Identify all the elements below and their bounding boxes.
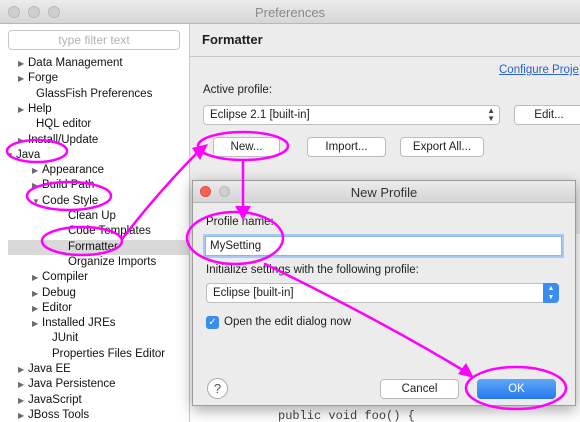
tree-item-label: Build Path [42, 179, 95, 192]
tree-item-label: JavaScript [28, 393, 82, 406]
tree-item-label: Installed JREs [42, 317, 116, 330]
profile-name-label: Profile name: [206, 216, 274, 228]
tree-item-label: Appearance [42, 164, 105, 177]
tree-item-label: Editor [42, 301, 73, 314]
tree-item[interactable]: ▶ Help [18, 102, 52, 117]
tree-item-label: Code Templates [68, 225, 151, 238]
cancel-button[interactable]: Cancel [380, 379, 459, 399]
expanded-arrow-icon[interactable]: ▼ [6, 148, 16, 163]
tree-item[interactable]: ▶ JBoss Tools [18, 408, 89, 422]
tree-item[interactable]: Properties Files Editor [42, 347, 165, 362]
tree-item-label: Java EE [28, 363, 71, 375]
tree-item[interactable]: ▶ Appearance [32, 163, 104, 178]
select-arrows-icon: ▲ ▼ [487, 106, 495, 123]
export-all-button[interactable]: Export All... [400, 137, 484, 157]
tree-item-label: Clean Up [68, 210, 116, 222]
init-profile-label: Initialize settings with the following p… [206, 264, 419, 276]
page-title: Formatter [202, 32, 263, 47]
expanded-arrow-icon[interactable]: ▼ [32, 194, 42, 209]
collapsed-arrow-icon[interactable]: ▶ [32, 178, 42, 193]
select-stepper-icon: ▲ ▼ [543, 283, 559, 303]
init-profile-select[interactable]: Eclipse [built-in] ▲ ▼ [206, 283, 559, 303]
active-profile-select[interactable]: Eclipse 2.1 [built-in] ▲ ▼ [203, 105, 500, 125]
tree-item-label: Install/Update [28, 133, 99, 146]
tree-item[interactable]: ▼ Code Style [32, 194, 98, 209]
open-edit-checkbox[interactable]: ✓ [206, 316, 219, 329]
tree-item-label: Java [16, 148, 41, 161]
active-profile-label: Active profile: [203, 84, 273, 96]
tree-item[interactable]: ▶ Compiler [32, 270, 88, 285]
tree-item[interactable]: Formatter [8, 239, 189, 255]
new-profile-dialog: New Profile Profile name: MySetting Init… [192, 180, 576, 406]
collapsed-arrow-icon[interactable]: ▶ [18, 133, 28, 148]
collapsed-arrow-icon[interactable]: ▶ [32, 316, 42, 331]
edit-button[interactable]: Edit... [514, 105, 580, 125]
help-icon[interactable]: ? [207, 378, 228, 399]
collapsed-arrow-icon[interactable]: ▶ [18, 393, 28, 408]
tree-item-label: Help [28, 102, 52, 115]
tree-item-label: Forge [28, 72, 59, 85]
tree-item-label: JUnit [52, 332, 79, 345]
tree-item[interactable]: ▶ Java Persistence [18, 377, 116, 392]
tree-item-label: Compiler [42, 271, 89, 284]
tree-item[interactable]: ▶ Editor [32, 301, 72, 316]
new-button[interactable]: New... [213, 137, 280, 157]
collapsed-arrow-icon[interactable]: ▶ [18, 377, 28, 392]
import-button[interactable]: Import... [307, 137, 386, 157]
preferences-tree-pane: type filter text ▶ Data Management ▶ Forge G… [0, 24, 190, 422]
tree-item[interactable]: ▼ Java [6, 148, 40, 163]
tree-item[interactable]: ▶ Data Management [18, 56, 123, 71]
tree-item[interactable]: GlassFish Preferences [26, 87, 152, 102]
tree-item-label: HQL editor [36, 118, 92, 131]
tree-item-label: Formatter [68, 240, 118, 253]
tree-item[interactable]: ▶ Build Path [32, 178, 94, 193]
tree-item[interactable]: ▶ Install/Update [18, 133, 98, 148]
collapsed-arrow-icon[interactable]: ▶ [32, 301, 42, 316]
tree-item[interactable]: JUnit [42, 331, 78, 346]
profile-name-input[interactable]: MySetting [205, 236, 562, 256]
init-profile-value: Eclipse [built-in] [213, 287, 294, 299]
window-titlebar: Preferences [0, 0, 580, 24]
dialog-titlebar: New Profile [193, 181, 575, 203]
tree-item[interactable]: ▶ Java EE [18, 362, 71, 377]
tree-item-label: Java Persistence [28, 378, 116, 391]
tree-item[interactable]: HQL editor [26, 117, 91, 132]
configure-project-link[interactable]: Configure Proje [499, 64, 579, 76]
collapsed-arrow-icon[interactable]: ▶ [32, 270, 42, 285]
header-divider [190, 56, 580, 57]
preview-code-line: public void foo() { [278, 409, 415, 422]
tree-item[interactable]: Code Templates [58, 224, 151, 239]
collapsed-arrow-icon[interactable]: ▶ [18, 362, 28, 377]
tree-item-label: Debug [42, 286, 76, 299]
collapsed-arrow-icon[interactable]: ▶ [32, 163, 42, 178]
tree-item[interactable]: Organize Imports [58, 255, 156, 270]
collapsed-arrow-icon[interactable]: ▶ [18, 71, 28, 86]
tree-item-label: Code Style [42, 194, 99, 207]
collapsed-arrow-icon[interactable]: ▶ [18, 56, 28, 71]
tree-item-label: JBoss Tools [28, 408, 90, 421]
tree-item-label: Data Management [28, 57, 123, 69]
filter-input[interactable]: type filter text [8, 30, 180, 50]
tree-item-label: Organize Imports [68, 255, 157, 268]
dialog-title: New Profile [350, 185, 418, 200]
tree-item[interactable]: Clean Up [58, 209, 116, 224]
tree-item[interactable]: ▶ JavaScript [18, 393, 82, 408]
collapsed-arrow-icon[interactable]: ▶ [32, 286, 42, 301]
collapsed-arrow-icon[interactable]: ▶ [18, 102, 28, 117]
window-title: Preferences [254, 5, 326, 20]
active-profile-value: Eclipse 2.1 [built-in] [210, 109, 310, 121]
tree-item-label: Properties Files Editor [52, 347, 166, 360]
open-edit-label: Open the edit dialog now [224, 316, 352, 328]
tree-item[interactable]: ▶ Forge [18, 71, 58, 86]
tree-item[interactable]: ▶ Debug [32, 286, 76, 301]
tree-item[interactable]: ▶ Installed JREs [32, 316, 116, 331]
tree-item-label: GlassFish Preferences [36, 87, 153, 100]
collapsed-arrow-icon[interactable]: ▶ [18, 408, 28, 422]
ok-button[interactable]: OK [477, 379, 556, 399]
